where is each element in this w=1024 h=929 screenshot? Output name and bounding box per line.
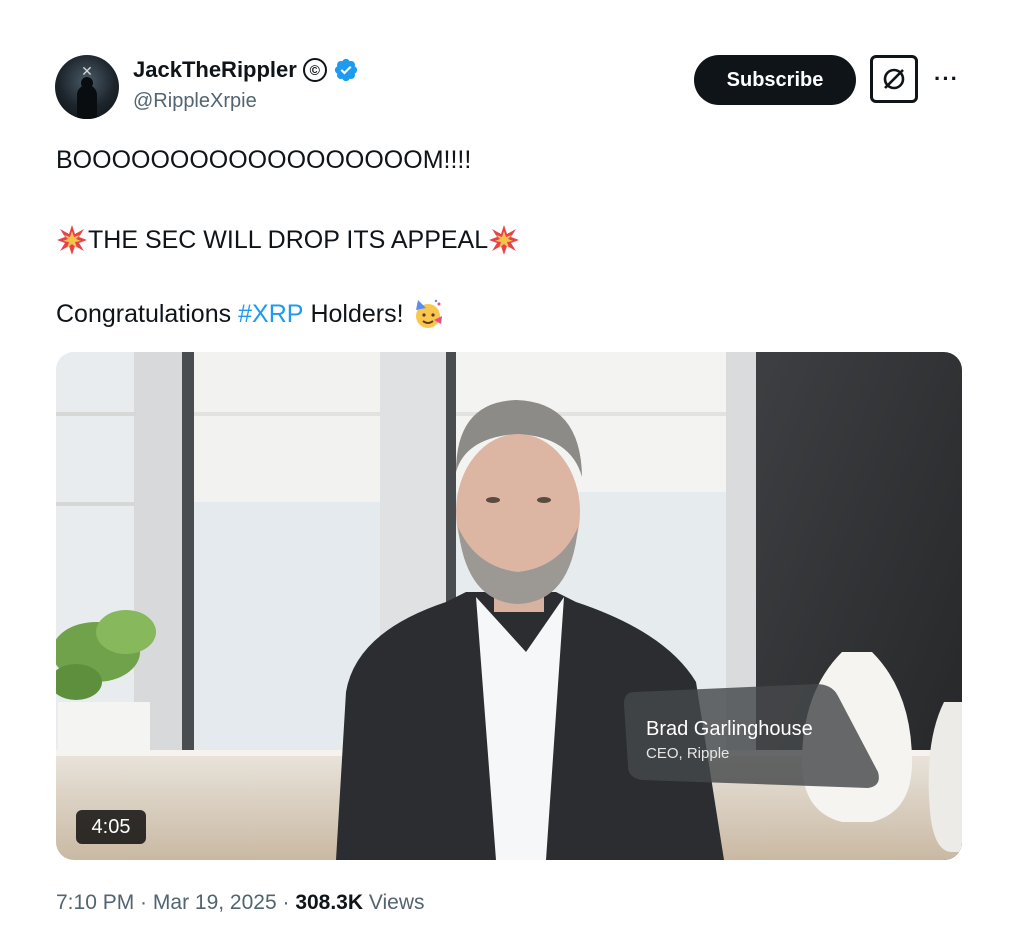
partying-face-emoji-icon: [415, 299, 442, 328]
congrats-text: Congratulations: [56, 299, 232, 328]
lower-third-title: CEO, Ripple: [646, 745, 729, 762]
copyright-icon: ©: [302, 58, 327, 82]
meta-separator: ·: [134, 891, 153, 914]
video-thumbnail: Brad Garlinghouse CEO, Ripple: [56, 352, 962, 860]
views-label: Views: [368, 891, 425, 914]
appeal-text: THE SEC WILL DROP ITS APPEAL: [88, 225, 489, 254]
verified-badge-icon[interactable]: [333, 57, 359, 83]
tweet-text-line-3: Congratulations #XRP Holders!: [56, 298, 444, 330]
tweet-meta: 7:10 PM · Mar 19, 2025 · 308.3K Views: [56, 891, 425, 915]
video-player[interactable]: Brad Garlinghouse CEO, Ripple: [56, 352, 962, 860]
hashtag-link[interactable]: #XRP: [238, 300, 303, 329]
avatar[interactable]: ✕: [55, 55, 119, 119]
author-name-row: JackTheRippler ©: [133, 57, 359, 83]
collision-emoji-icon: [489, 225, 520, 255]
collision-emoji-icon: [57, 225, 87, 255]
subscribe-button[interactable]: Subscribe: [694, 55, 856, 105]
meta-separator: ·: [276, 891, 296, 914]
tweet-text-line-2: THE SEC WILL DROP ITS APPEAL: [56, 224, 520, 256]
tweet-text-line-1: BOOOOOOOOOOOOOOOOOOM!!!!: [56, 146, 472, 174]
lower-third-name: Brad Garlinghouse: [646, 718, 813, 740]
grok-button[interactable]: [870, 55, 918, 103]
author-handle[interactable]: @RippleXrpie: [133, 90, 257, 113]
slash-circle-icon: [883, 68, 905, 90]
more-options-button[interactable]: ···: [934, 66, 959, 92]
tweet-time[interactable]: 7:10 PM: [56, 891, 134, 914]
holders-text: Holders!: [310, 299, 404, 328]
tweet-date[interactable]: Mar 19, 2025: [153, 891, 277, 914]
author-display-name[interactable]: JackTheRippler: [133, 57, 297, 83]
views-count[interactable]: 308.3K: [295, 891, 363, 914]
video-duration-badge: 4:05: [76, 810, 146, 844]
avatar-figure-body: [77, 85, 97, 119]
